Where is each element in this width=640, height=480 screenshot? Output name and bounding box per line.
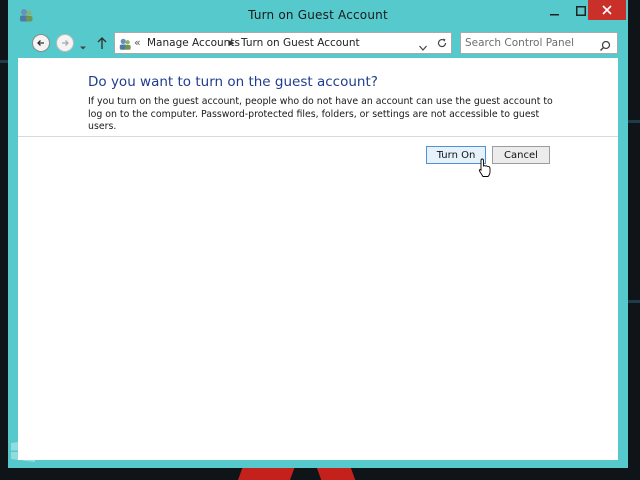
users-icon <box>118 36 132 50</box>
chevron-down-icon <box>419 45 427 51</box>
content-pane: Do you want to turn on the guest account… <box>18 58 618 460</box>
page-heading: Do you want to turn on the guest account… <box>88 74 378 90</box>
up-arrow-icon <box>97 37 107 49</box>
watermark: WinPoin <box>10 440 104 462</box>
recent-locations-button[interactable] <box>78 38 88 50</box>
address-bar[interactable]: « Manage Accounts ▸ Turn on Guest Accoun… <box>114 32 452 54</box>
address-history-button[interactable] <box>418 38 428 51</box>
breadcrumb-separator[interactable]: ▸ <box>229 36 235 49</box>
close-icon <box>602 5 612 15</box>
divider <box>18 136 618 137</box>
navigation-bar: « Manage Accounts ▸ Turn on Guest Accoun… <box>18 32 618 56</box>
chevron-down-icon <box>80 46 86 50</box>
minimize-icon <box>550 14 559 16</box>
breadcrumb-overflow[interactable]: « <box>134 36 141 49</box>
close-button[interactable] <box>588 0 626 20</box>
window-title: Turn on Guest Account <box>248 8 388 22</box>
page-description: If you turn on the guest account, people… <box>88 96 553 132</box>
search-input[interactable] <box>465 35 593 51</box>
forward-button[interactable] <box>56 34 74 52</box>
maximize-icon <box>576 6 586 16</box>
windows-logo-icon <box>10 440 36 462</box>
cancel-button[interactable]: Cancel <box>492 146 550 164</box>
wallpaper-line <box>628 120 640 123</box>
mouse-cursor-icon <box>478 158 492 178</box>
wallpaper-line <box>628 300 640 303</box>
back-button[interactable] <box>32 34 50 52</box>
search-icon[interactable] <box>599 37 611 52</box>
refresh-icon <box>437 38 446 48</box>
breadcrumb-item-turn-on-guest-account[interactable]: Turn on Guest Account <box>241 37 360 49</box>
minimize-button[interactable] <box>542 0 568 22</box>
title-bar[interactable]: Turn on Guest Account <box>8 0 628 30</box>
back-arrow-icon <box>37 40 44 46</box>
wallpaper-line <box>0 60 8 63</box>
control-panel-window: Turn on Guest Account « Manage Accounts … <box>8 0 628 468</box>
watermark-text: WinPoin <box>40 441 104 461</box>
turn-on-button[interactable]: Turn On <box>426 146 486 164</box>
search-box[interactable] <box>460 32 618 54</box>
forward-arrow-icon <box>62 40 69 46</box>
refresh-button[interactable] <box>432 32 452 54</box>
up-button[interactable] <box>96 35 108 51</box>
breadcrumb-item-manage-accounts[interactable]: Manage Accounts <box>147 37 240 49</box>
